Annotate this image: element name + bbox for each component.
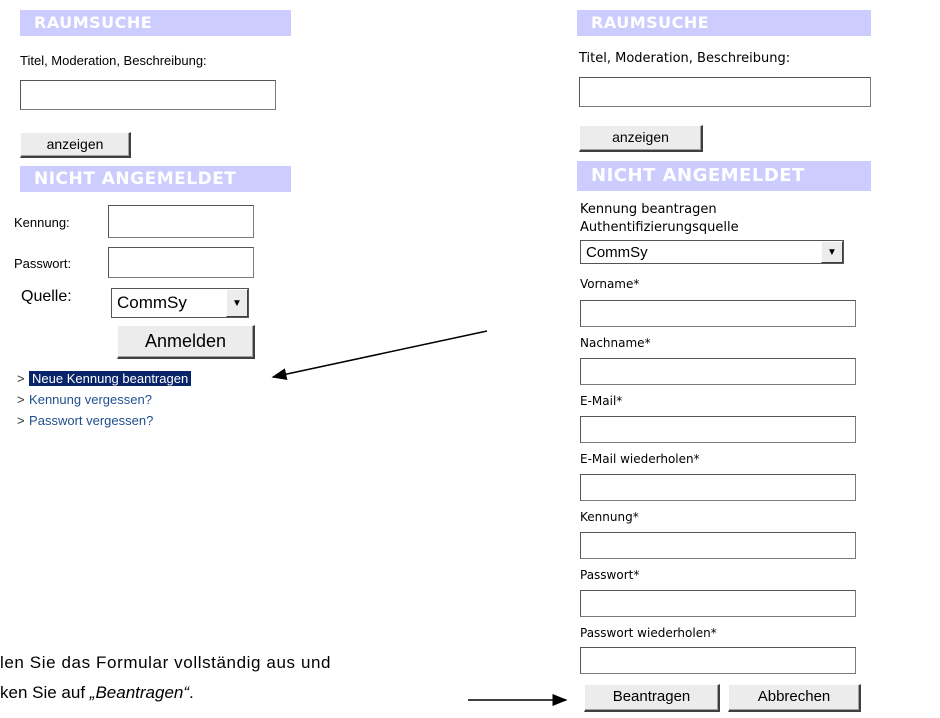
pointer-arrow-to-link: [271, 330, 488, 381]
arrow-icon: [271, 330, 568, 706]
